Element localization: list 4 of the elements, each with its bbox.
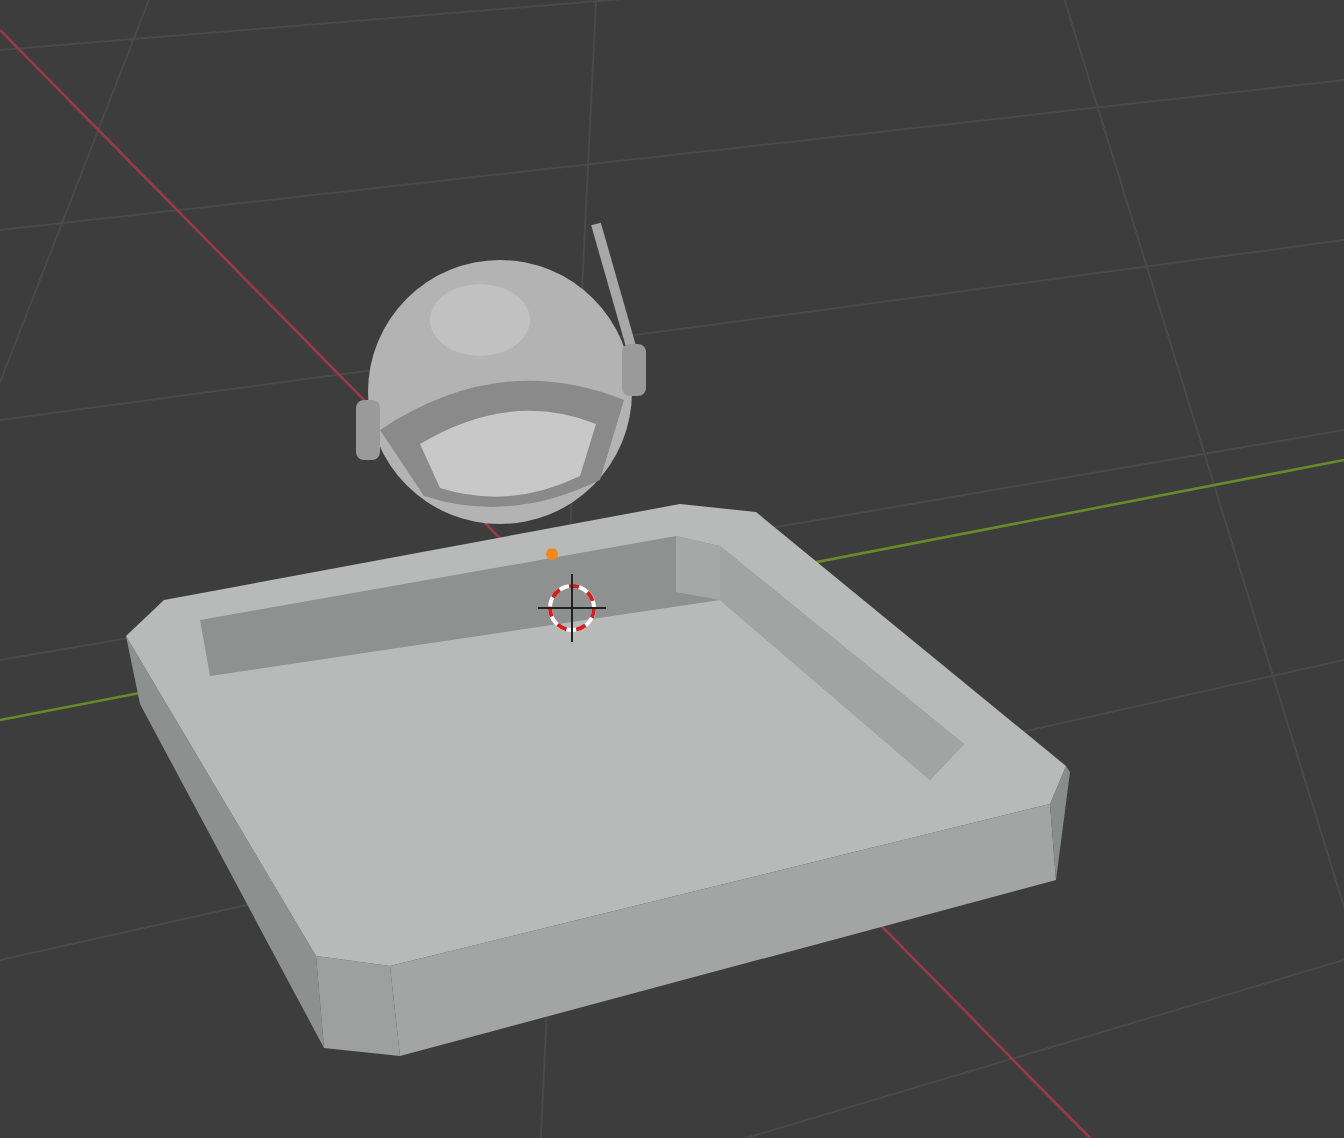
3d-cursor-icon[interactable] xyxy=(537,573,607,643)
tray-drawing[interactable] xyxy=(126,504,1070,1056)
3d-viewport[interactable] xyxy=(0,0,1344,1138)
helmet-drawing[interactable] xyxy=(356,222,646,524)
